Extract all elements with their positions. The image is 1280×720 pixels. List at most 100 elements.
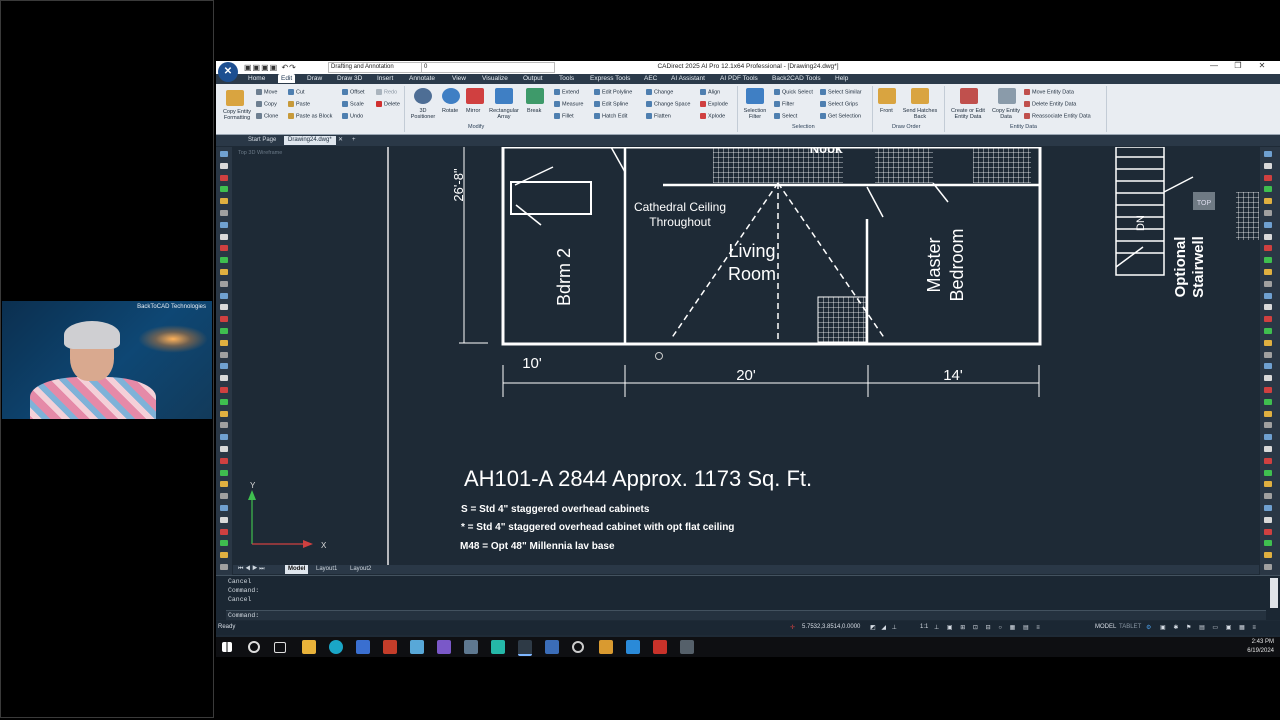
app-icon-gray[interactable] xyxy=(680,640,694,654)
command-scrollbar[interactable] xyxy=(1270,578,1278,608)
menu-draw-3d[interactable]: Draw 3D xyxy=(337,75,362,82)
settings-icon[interactable] xyxy=(572,641,584,653)
tool-button[interactable] xyxy=(220,446,228,452)
tool-button[interactable] xyxy=(220,469,228,476)
tool-button[interactable] xyxy=(220,375,228,382)
tool-button[interactable] xyxy=(1264,375,1272,382)
drafting-toggle-icons[interactable]: ⊥ ▣ ⊞ ⊡ ⊟ ○ ▦ ▤ ≡ xyxy=(934,624,1043,631)
tool-button[interactable] xyxy=(220,174,228,181)
mirror-icon[interactable] xyxy=(466,88,484,104)
tool-button[interactable] xyxy=(1264,280,1272,287)
filter-button[interactable]: Filter xyxy=(774,101,794,107)
tab-nav-arrows[interactable]: ⏮ ◀ ▶ ⏭ xyxy=(235,565,268,574)
tool-button[interactable] xyxy=(220,493,228,500)
select-similar-button[interactable]: Select Similar xyxy=(820,89,862,95)
tool-button[interactable] xyxy=(1264,328,1272,334)
rectangular-array-icon[interactable] xyxy=(495,88,513,104)
menu-express-tools[interactable]: Express Tools xyxy=(590,75,630,82)
tool-button[interactable] xyxy=(1264,316,1272,323)
tool-button[interactable] xyxy=(1264,292,1272,299)
explode-button[interactable]: Explode xyxy=(700,101,728,107)
close-button[interactable]: ✕ xyxy=(1250,61,1274,70)
tool-button[interactable] xyxy=(1264,493,1272,500)
send-hatches-back-icon[interactable] xyxy=(911,88,929,104)
tool-button[interactable] xyxy=(220,481,228,488)
rotate-icon[interactable] xyxy=(442,88,460,104)
file-explorer-icon[interactable] xyxy=(302,640,316,654)
tool-button[interactable] xyxy=(1264,398,1272,405)
calculator-icon[interactable] xyxy=(464,640,478,654)
tab-drawing24[interactable]: Drawing24.dwg* xyxy=(284,136,336,145)
quick-select-button[interactable]: Quick Select xyxy=(774,89,813,95)
offset-button[interactable]: Offset xyxy=(342,89,365,95)
menu-visualize[interactable]: Visualize xyxy=(482,75,508,82)
reassociate-entity-data-button[interactable]: Reassociate Entity Data xyxy=(1024,113,1091,119)
delete-button[interactable]: Delete xyxy=(376,101,400,107)
tool-button[interactable] xyxy=(1264,210,1272,216)
tab-start-page[interactable]: Start Page xyxy=(244,136,280,145)
selection-filter-button[interactable]: Selection Filter xyxy=(740,108,770,120)
rectangular-array-button[interactable]: Rectangular Array xyxy=(486,108,522,120)
tab-layout1[interactable]: Layout1 xyxy=(313,565,340,574)
tool-button[interactable] xyxy=(1264,446,1272,452)
app-icon-orange[interactable] xyxy=(599,640,613,654)
settings-gear-icon[interactable]: ⚙ xyxy=(1146,624,1154,631)
tool-button[interactable] xyxy=(220,351,228,358)
command-input[interactable]: Command: xyxy=(226,610,1266,620)
menu-view[interactable]: View xyxy=(452,75,466,82)
tool-button[interactable] xyxy=(220,363,228,370)
menu-ai-pdf-tools[interactable]: AI PDF Tools xyxy=(720,75,758,82)
tool-button[interactable] xyxy=(220,280,228,287)
rotate-button[interactable]: Rotate xyxy=(442,108,458,114)
app-icon-blue[interactable] xyxy=(545,640,559,654)
tool-button[interactable] xyxy=(1264,457,1272,464)
tool-button[interactable] xyxy=(1264,528,1272,535)
cut-button[interactable]: Cut xyxy=(288,89,305,95)
select-grips-button[interactable]: Select Grips xyxy=(820,101,858,107)
front-button[interactable]: Front xyxy=(880,108,893,114)
tool-button[interactable] xyxy=(220,434,228,441)
minimize-button[interactable]: — xyxy=(1202,61,1226,70)
restore-button[interactable]: ❐ xyxy=(1226,61,1250,70)
mirror-button[interactable]: Mirror xyxy=(466,108,480,114)
tool-button[interactable] xyxy=(1264,174,1272,181)
tool-button[interactable] xyxy=(1264,339,1272,346)
tool-button[interactable] xyxy=(220,339,228,346)
tool-button[interactable] xyxy=(1264,162,1272,169)
tool-button[interactable] xyxy=(1264,564,1272,570)
tool-button[interactable] xyxy=(1264,245,1272,252)
flatten-button[interactable]: Flatten xyxy=(646,113,671,119)
tool-button[interactable] xyxy=(220,269,228,275)
paste-as-block-button[interactable]: Paste as Block xyxy=(288,113,332,119)
status-tray-icons[interactable]: ▣ ✱ ⚑ ▤ ▭ ▣ ▦ ≡ xyxy=(1160,624,1259,631)
tool-button[interactable] xyxy=(1264,481,1272,488)
drawing-canvas[interactable]: Top 3D Wireframe 26'-8" Nook Cathedral C… xyxy=(233,147,1259,565)
tab-close-icon[interactable]: ✕ xyxy=(336,136,345,145)
tool-button[interactable] xyxy=(220,221,228,228)
tab-layout2[interactable]: Layout2 xyxy=(347,565,374,574)
tablet-toggle[interactable]: TABLET xyxy=(1119,624,1141,630)
copy-entity-data-button[interactable]: Copy Entity Data xyxy=(988,108,1024,120)
menu-draw[interactable]: Draw xyxy=(307,75,322,82)
tool-button[interactable] xyxy=(220,328,228,334)
copy-entity-formatting-button[interactable]: Copy Entity Formatting xyxy=(220,109,254,121)
get-selection-button[interactable]: Get Selection xyxy=(820,113,861,119)
menu-help[interactable]: Help xyxy=(835,75,848,82)
app-icon-teal[interactable] xyxy=(491,640,505,654)
select-button[interactable]: Select xyxy=(774,113,797,119)
menu-home[interactable]: Home xyxy=(248,75,265,82)
menu-ai-assistant[interactable]: AI Assistant xyxy=(671,75,705,82)
edit-polyline-button[interactable]: Edit Polyline xyxy=(594,89,632,95)
selection-filter-icon[interactable] xyxy=(746,88,764,104)
move-entity-data-button[interactable]: Move Entity Data xyxy=(1024,89,1074,95)
task-view-icon[interactable] xyxy=(274,642,286,653)
menu-insert[interactable]: Insert xyxy=(377,75,393,82)
tool-button[interactable] xyxy=(1264,363,1272,370)
model-space-toggle[interactable]: MODEL xyxy=(1095,624,1116,630)
tool-button[interactable] xyxy=(220,316,228,323)
entity-data-icon[interactable] xyxy=(960,88,978,104)
tool-button[interactable] xyxy=(1264,304,1272,311)
undo-button[interactable]: Undo xyxy=(342,113,363,119)
tool-button[interactable] xyxy=(1264,151,1272,157)
menu-back2cad-tools[interactable]: Back2CAD Tools xyxy=(772,75,821,82)
